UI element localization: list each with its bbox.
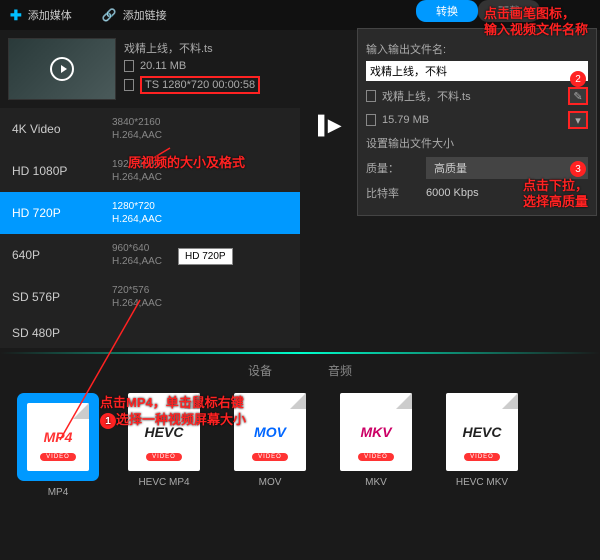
bottom-tabs: 设备 音频 bbox=[0, 354, 600, 387]
document-icon bbox=[366, 90, 376, 102]
file-size: 20.11 MB bbox=[140, 60, 186, 72]
document-icon bbox=[124, 79, 134, 91]
format-card[interactable]: MP4VIDEOMP4 bbox=[12, 393, 104, 498]
format-card[interactable]: MKVVIDEOMKV bbox=[330, 393, 422, 498]
format-row: MP4VIDEOMP4HEVCVIDEOHEVC MP4MOVVIDEOMOVM… bbox=[0, 387, 600, 504]
pencil-icon[interactable]: ✎ bbox=[568, 87, 588, 105]
annotation-2: 点击画笔图标，输入视频文件名称 bbox=[484, 6, 588, 37]
tooltip: HD 720P bbox=[178, 248, 233, 265]
output-size-label: 设置输出文件大小 bbox=[366, 135, 588, 151]
file-spec: TS 1280*720 00:00:58 bbox=[140, 76, 260, 94]
quality-label: 质量： bbox=[366, 160, 416, 176]
video-thumbnail[interactable] bbox=[8, 38, 116, 100]
add-media-button[interactable]: ✚ 添加媒体 bbox=[10, 7, 72, 24]
annotation-3: 点击下拉，选择高质量 bbox=[523, 178, 588, 209]
resolution-option[interactable]: SD 576P720*576H.264,AAC bbox=[0, 276, 300, 318]
badge-1: 1 bbox=[100, 413, 116, 429]
badge-3: 3 bbox=[570, 161, 586, 177]
annotation-1: 原视频的大小及格式 bbox=[128, 152, 245, 171]
output-name-label: 输入输出文件名: bbox=[366, 41, 588, 57]
resolution-option[interactable]: 4K Video3840*2160H.264,AAC bbox=[0, 108, 300, 150]
resolution-list: 4K Video3840*2160H.264,AACHD 1080P1920*1… bbox=[0, 108, 300, 348]
badge-2: 2 bbox=[570, 71, 586, 87]
output-name-input[interactable] bbox=[366, 61, 588, 81]
output-file-size: 15.79 MB bbox=[382, 114, 562, 126]
output-file-name: 戏精上线，不料.ts bbox=[382, 88, 562, 104]
resolution-option[interactable]: 640P960*640H.264,AAC bbox=[0, 234, 300, 276]
resolution-option[interactable]: SD 480P bbox=[0, 318, 300, 348]
arrow-icon: ▌▶ bbox=[318, 115, 339, 136]
tab-device[interactable]: 设备 bbox=[240, 358, 280, 383]
link-icon: 🔗 bbox=[102, 8, 117, 22]
resolution-option[interactable]: HD 720P1280*720H.264,AAC bbox=[0, 192, 300, 234]
format-card[interactable]: HEVCVIDEOHEVC MKV bbox=[436, 393, 528, 498]
plus-icon: ✚ bbox=[10, 7, 22, 24]
tab-convert[interactable]: 转换 bbox=[416, 0, 478, 22]
quality-dropdown[interactable]: 高质量▾ bbox=[426, 157, 588, 179]
tab-audio[interactable]: 音频 bbox=[320, 358, 360, 383]
document-icon bbox=[124, 60, 134, 72]
chevron-down-icon[interactable]: ▾ bbox=[568, 111, 588, 129]
bitrate-label: 比特率 bbox=[366, 185, 416, 201]
document-icon bbox=[366, 114, 376, 126]
add-link-button[interactable]: 🔗 添加链接 bbox=[102, 7, 167, 23]
add-media-label: 添加媒体 bbox=[28, 7, 72, 23]
bitrate-value: 6000 Kbps bbox=[426, 187, 479, 199]
add-link-label: 添加链接 bbox=[123, 7, 167, 23]
annotation-4: 点击MP4，单击鼠标右键 1选择一种视频屏幕大小 bbox=[100, 395, 246, 429]
